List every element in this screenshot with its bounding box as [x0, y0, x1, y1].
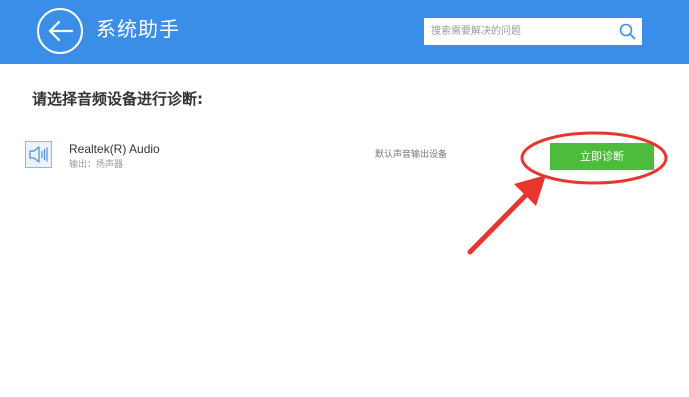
back-button[interactable] — [37, 8, 83, 54]
diagnose-now-button[interactable]: 立即诊断 — [550, 143, 654, 170]
speaker-icon — [25, 141, 52, 168]
search-box — [424, 18, 642, 45]
app-title: 系统助手 — [96, 17, 180, 41]
annotation-arrowhead — [514, 175, 546, 206]
search-icon[interactable] — [619, 23, 636, 40]
back-arrow-icon — [48, 20, 74, 42]
title-bar: 系统助手 — [0, 0, 689, 64]
section-title: 请选择音频设备进行诊断: — [32, 90, 203, 108]
default-device-label: 默认声音输出设备 — [375, 150, 448, 160]
search-input[interactable] — [424, 18, 614, 45]
device-name: Realtek(R) Audio — [69, 142, 160, 156]
device-output-type: 输出：扬声器 — [69, 160, 124, 170]
annotation-arrow-shaft — [467, 192, 529, 255]
